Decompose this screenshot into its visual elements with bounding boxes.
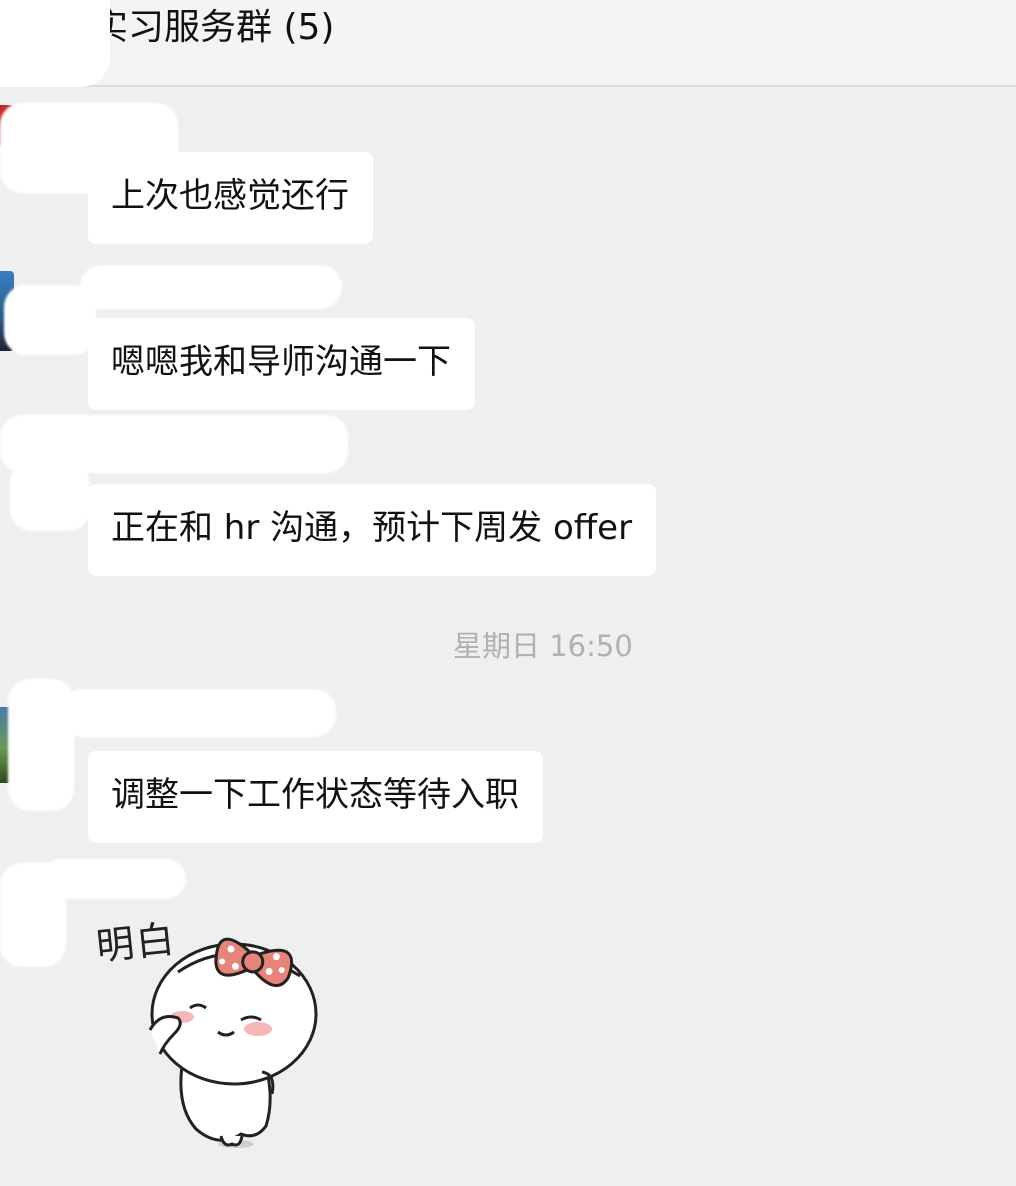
redacted-avatar [8,679,74,811]
redacted-sender-name [80,265,342,309]
message-bubble[interactable]: 调整一下工作状态等待入职 [88,751,543,843]
redacted-sender-name [60,689,336,737]
redacted-avatar [0,863,66,967]
back-button[interactable] [0,0,110,87]
message-bubble[interactable]: 上次也感觉还行 [88,152,373,244]
timestamp: 星期日 16:50 [453,629,633,663]
redacted-avatar [10,461,90,531]
group-title[interactable]: 实习服务群 (5) [92,6,334,50]
sticker-message[interactable]: 明白 [86,904,326,1169]
redacted-avatar [4,285,96,355]
message-bubble[interactable]: 正在和 hr 沟通，预计下周发 offer [88,484,657,576]
sticker-caption: 明白 [94,916,179,969]
message-bubble[interactable]: 嗯嗯我和导师沟通一下 [88,318,475,410]
chat-header: 实习服务群 (5) [0,0,1016,87]
